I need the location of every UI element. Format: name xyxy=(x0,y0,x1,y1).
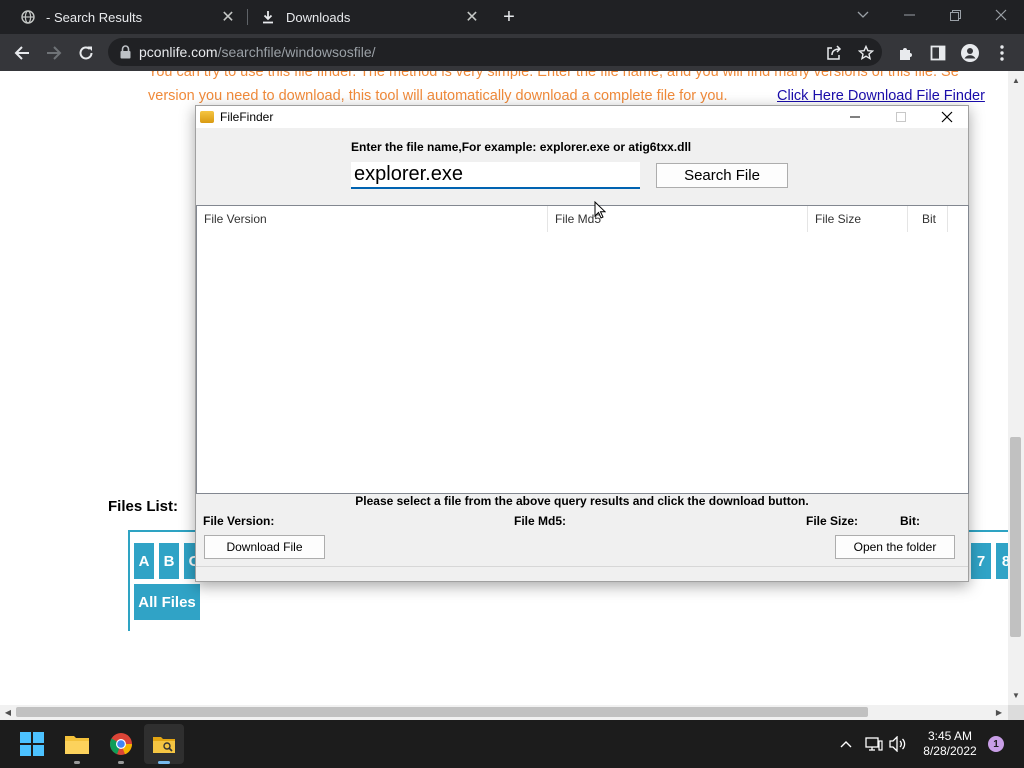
letter-button-b[interactable]: B xyxy=(159,543,179,579)
results-list[interactable]: File Version File Md5 File Size Bit xyxy=(196,205,969,494)
clock-date: 8/28/2022 xyxy=(923,744,977,758)
column-header-bit[interactable]: Bit xyxy=(908,206,948,232)
windows-start-icon[interactable] xyxy=(12,724,52,764)
profile-avatar-icon[interactable] xyxy=(957,40,983,66)
file-version-label: File Version: xyxy=(203,514,275,528)
scroll-right-arrow-icon[interactable]: ▶ xyxy=(992,705,1006,719)
bookmark-star-icon[interactable] xyxy=(853,40,879,66)
column-header-file-version[interactable]: File Version xyxy=(197,206,548,232)
taskbar-clock[interactable]: 3:45 AM 8/28/2022 xyxy=(910,729,990,759)
letter-button-a[interactable]: A xyxy=(134,543,154,579)
new-tab-icon[interactable]: + xyxy=(498,6,520,28)
filefinder-taskbar-icon[interactable] xyxy=(144,724,184,764)
running-indicator xyxy=(74,761,80,764)
close-tab-icon[interactable]: ✕ xyxy=(462,7,482,27)
close-window-icon[interactable] xyxy=(978,0,1024,30)
intro-text-line-1: You can try to use this file finder. The… xyxy=(148,71,959,80)
url-text: pconlife.com/searchfile/windowsosfile/ xyxy=(139,44,376,60)
tab-label: Downloads xyxy=(286,9,351,25)
download-file-button[interactable]: Download File xyxy=(204,535,325,559)
tab-downloads[interactable]: Downloads ✕ xyxy=(248,0,488,34)
vertical-scroll-thumb[interactable] xyxy=(1010,437,1021,637)
column-header-file-size[interactable]: File Size xyxy=(808,206,908,232)
scroll-down-arrow-icon[interactable]: ▼ xyxy=(1009,688,1023,702)
lock-icon xyxy=(120,45,131,59)
open-folder-button[interactable]: Open the folder xyxy=(835,535,955,559)
volume-icon[interactable] xyxy=(888,734,908,754)
filename-instruction: Enter the file name,For example: explore… xyxy=(351,140,692,154)
horizontal-scroll-thumb[interactable] xyxy=(16,707,868,717)
tray-chevron-up-icon[interactable] xyxy=(836,734,856,754)
active-indicator xyxy=(158,761,170,764)
back-arrow-icon[interactable] xyxy=(9,40,35,66)
selection-hint: Please select a file from the above quer… xyxy=(355,494,809,508)
globe-icon xyxy=(20,9,36,25)
running-indicator xyxy=(118,761,124,764)
tab-search-chevron-icon[interactable] xyxy=(840,0,886,30)
reload-icon[interactable] xyxy=(73,40,99,66)
mouse-pointer-icon xyxy=(594,201,606,219)
restore-icon[interactable] xyxy=(932,0,978,30)
dialog-close-icon[interactable] xyxy=(924,106,970,128)
file-size-label: File Size: xyxy=(806,514,859,528)
url-path: /searchfile/windowsosfile/ xyxy=(217,44,376,60)
tab-label: - Search Results xyxy=(46,9,143,25)
dialog-minimize-icon[interactable] xyxy=(832,106,878,128)
side-panel-icon[interactable] xyxy=(925,40,951,66)
network-icon[interactable] xyxy=(864,734,884,754)
intro-text-line-2: version you need to download, this tool … xyxy=(148,88,728,104)
address-bar[interactable]: pconlife.com/searchfile/windowsosfile/ xyxy=(108,38,882,66)
url-host: pconlife.com xyxy=(139,44,218,60)
share-icon[interactable] xyxy=(821,40,847,66)
tab-search-results[interactable]: - Search Results ✕ xyxy=(8,0,244,34)
scroll-up-arrow-icon[interactable]: ▲ xyxy=(1009,73,1023,87)
scroll-left-arrow-icon[interactable]: ◀ xyxy=(1,705,15,719)
letter-button-7[interactable]: 7 xyxy=(971,543,991,579)
forward-arrow-icon[interactable] xyxy=(41,40,67,66)
file-md5-label: File Md5: xyxy=(514,514,567,528)
download-file-finder-link[interactable]: Click Here Download File Finder xyxy=(777,88,997,104)
close-tab-icon[interactable]: ✕ xyxy=(218,7,238,27)
all-files-button[interactable]: All Files xyxy=(134,584,200,620)
bit-label: Bit: xyxy=(900,514,920,528)
minimize-icon[interactable] xyxy=(886,0,932,30)
chrome-icon[interactable] xyxy=(101,724,141,764)
files-list-heading: Files List: xyxy=(108,498,179,515)
clock-time: 3:45 AM xyxy=(927,729,973,743)
search-file-button[interactable]: Search File xyxy=(656,163,788,188)
filefinder-dialog: FileFinder Enter the file name,For examp… xyxy=(195,105,969,582)
kebab-menu-icon[interactable] xyxy=(989,40,1015,66)
notification-badge[interactable]: 1 xyxy=(988,736,1004,752)
folder-app-icon xyxy=(200,111,214,123)
dialog-title: FileFinder xyxy=(220,110,274,124)
dialog-status-bar xyxy=(196,566,968,581)
download-icon xyxy=(260,9,276,25)
dialog-maximize-icon xyxy=(878,106,924,128)
file-explorer-icon[interactable] xyxy=(57,724,97,764)
column-header-file-md5[interactable]: File Md5 xyxy=(548,206,808,232)
extensions-puzzle-icon[interactable] xyxy=(893,40,919,66)
scroll-corner xyxy=(1008,705,1024,720)
filename-input[interactable] xyxy=(351,162,640,189)
